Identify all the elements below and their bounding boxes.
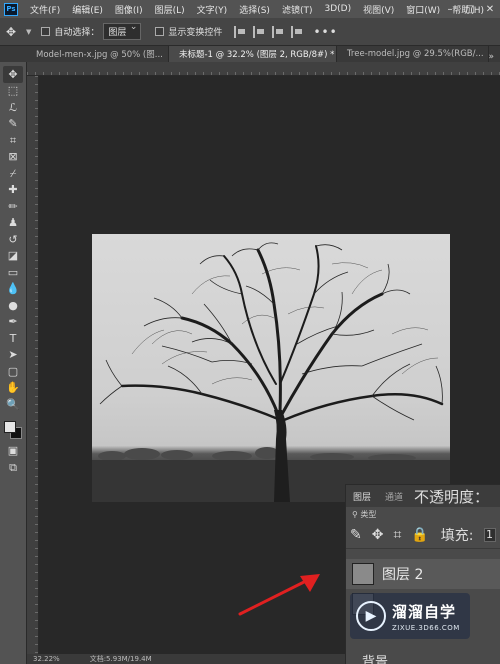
color-swatches <box>2 417 24 443</box>
zoom-tool-icon[interactable]: 🔍 <box>3 396 23 413</box>
fill-label: 填充: <box>440 527 474 544</box>
crop-tool-icon[interactable]: ⌗ <box>3 132 23 149</box>
layer-name: 图层 2 <box>382 567 424 583</box>
chevron-down-icon[interactable]: ▼ <box>26 28 31 36</box>
menu-file[interactable]: 文件(F) <box>24 3 66 16</box>
pen-tool-icon[interactable]: ✒ <box>3 314 23 331</box>
tab-label: 未标题-1 @ 32.2% (图层 2, RGB/8#) * <box>178 50 335 60</box>
red-arrow-annotation <box>238 574 320 616</box>
menu-edit[interactable]: 编辑(E) <box>66 3 109 16</box>
document-tabs: Model-men-x.jpg @ 50% (图... × 未标题-1 @ 32… <box>0 46 500 62</box>
frame-tool-icon[interactable]: ⊠ <box>3 149 23 166</box>
layer-filter[interactable]: ⚲ 类型 <box>346 507 500 521</box>
horizontal-ruler <box>27 62 500 76</box>
play-icon: ▶ <box>356 601 386 631</box>
move-tool-icon[interactable]: ✥ <box>3 66 23 83</box>
lock-position-icon[interactable]: ✥ <box>372 527 384 543</box>
tab-label: Tree-model.jpg @ 29.5%(RGB/... <box>346 49 484 59</box>
type-tool-icon[interactable]: T <box>3 330 23 347</box>
auto-select-checkbox[interactable] <box>41 27 51 36</box>
quick-select-tool-icon[interactable]: ✎ <box>3 116 23 133</box>
tree-photo <box>92 242 450 502</box>
watermark-logo: ▶ 溜溜自学 ZIXUE.3D66.COM <box>350 593 470 639</box>
menu-3d[interactable]: 3D(D) <box>318 4 357 14</box>
search-icon: ⚲ <box>352 509 361 519</box>
lock-all-icon[interactable]: 🔒 <box>411 527 428 543</box>
status-bar: 32.22% 文档:5.93M/19.4M <box>27 654 345 664</box>
menu-select[interactable]: 选择(S) <box>233 3 276 16</box>
lock-row: ✎ ✥ ⌗ 🔒 填充: 1 <box>346 521 500 549</box>
layers-panel-tabs: 图层 通道 不透明度： <box>346 485 500 507</box>
eraser-tool-icon[interactable]: ◪ <box>3 248 23 265</box>
dodge-tool-icon[interactable]: ● <box>3 297 23 314</box>
lasso-tool-icon[interactable]: ℒ <box>3 99 23 116</box>
show-transform-checkbox[interactable] <box>155 27 165 36</box>
lock-artboard-icon[interactable]: ⌗ <box>393 527 401 543</box>
layer-thumbnail <box>352 563 374 585</box>
window-controls: – □ ✕ <box>440 0 500 18</box>
layer-name-background: 背景 <box>362 655 389 664</box>
brush-tool-icon[interactable]: ✏ <box>3 198 23 215</box>
watermark-title: 溜溜自学 <box>392 602 457 621</box>
blur-tool-icon[interactable]: 💧 <box>3 281 23 298</box>
path-select-tool-icon[interactable]: ➤ <box>3 347 23 364</box>
tab-label: Model-men-x.jpg @ 50% (图... <box>36 50 163 60</box>
menu-bar: Ps 文件(F) 编辑(E) 图像(I) 图层(L) 文字(Y) 选择(S) 滤… <box>0 0 500 18</box>
tab-tree-model[interactable]: Tree-model.jpg @ 29.5%(RGB/... × <box>336 46 489 62</box>
align-left-icon[interactable] <box>234 25 246 38</box>
tab-untitled-1[interactable]: 未标题-1 @ 32.2% (图层 2, RGB/8#) * × <box>168 46 337 62</box>
align-top-icon[interactable] <box>291 25 303 38</box>
auto-select-target-dropdown[interactable]: 图层 <box>103 22 142 40</box>
shape-tool-icon[interactable]: ▢ <box>3 363 23 380</box>
auto-select-label: 自动选择： <box>54 28 100 38</box>
healing-brush-tool-icon[interactable]: ✚ <box>3 182 23 199</box>
zoom-level[interactable]: 32.22% <box>33 655 60 663</box>
align-buttons <box>234 25 303 38</box>
fill-input[interactable]: 1 <box>483 527 496 542</box>
layer-filter-type: 类型 <box>360 509 377 519</box>
quick-mask-icon[interactable]: ▣ <box>3 443 23 460</box>
history-brush-tool-icon[interactable]: ↺ <box>3 231 23 248</box>
tab-model-men[interactable]: Model-men-x.jpg @ 50% (图... × <box>0 46 169 62</box>
menu-type[interactable]: 文字(Y) <box>191 3 234 16</box>
menu-layer[interactable]: 图层(L) <box>149 3 191 16</box>
move-tool-preset-icon[interactable]: ✥ <box>6 25 26 39</box>
clone-stamp-tool-icon[interactable]: ♟ <box>3 215 23 232</box>
vertical-ruler <box>27 76 39 664</box>
minimize-button[interactable]: – <box>440 4 460 15</box>
lock-pixels-icon[interactable]: ✎ <box>350 527 362 543</box>
hand-tool-icon[interactable]: ✋ <box>3 380 23 397</box>
gradient-tool-icon[interactable]: ▭ <box>3 264 23 281</box>
tab-overflow-icon[interactable]: » <box>489 52 495 62</box>
align-center-icon[interactable] <box>253 25 265 38</box>
align-right-icon[interactable] <box>272 25 284 38</box>
tools-panel: ✥ ⬚ ℒ ✎ ⌗ ⊠ ⌿ ✚ ✏ ♟ ↺ ◪ ▭ 💧 ● ✒ T ➤ ▢ ✋ … <box>0 62 27 664</box>
foreground-color-swatch[interactable] <box>4 420 16 433</box>
more-options-button[interactable]: ••• <box>313 25 337 39</box>
tab-layers[interactable]: 图层 <box>346 490 378 503</box>
close-window-button[interactable]: ✕ <box>480 4 500 15</box>
doc-size: 文档:5.93M/19.4M <box>89 655 152 663</box>
eyedropper-tool-icon[interactable]: ⌿ <box>3 165 23 182</box>
options-bar: ✥ ▼ 自动选择： 图层 显示变换控件 ••• <box>0 18 500 46</box>
opacity-label: 不透明度： <box>414 487 490 506</box>
photoshop-logo-icon: Ps <box>4 2 18 16</box>
screen-mode-icon[interactable]: ⧉ <box>3 459 23 476</box>
layer-row-layer-2[interactable]: 图层 2 <box>346 559 500 589</box>
watermark-url: ZIXUE.3D66.COM <box>392 623 460 632</box>
menu-view[interactable]: 视图(V) <box>357 3 400 16</box>
marquee-tool-icon[interactable]: ⬚ <box>3 83 23 100</box>
menu-filter[interactable]: 滤镜(T) <box>276 3 319 16</box>
tab-channels[interactable]: 通道 <box>378 490 410 503</box>
maximize-button[interactable]: □ <box>460 4 480 15</box>
menu-image[interactable]: 图像(I) <box>109 3 149 16</box>
show-transform-label: 显示变换控件 <box>168 28 223 38</box>
document-canvas[interactable] <box>92 234 450 502</box>
